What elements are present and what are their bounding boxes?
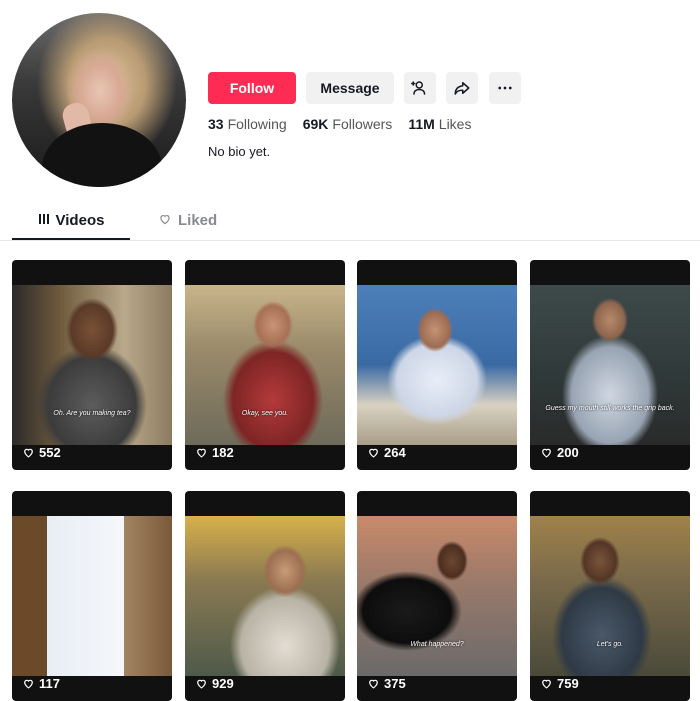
profile-bio: No bio yet.	[208, 144, 271, 159]
heart-outline-icon	[158, 212, 172, 229]
stat-followers[interactable]: 69K Followers	[303, 116, 393, 132]
video-card[interactable]: What happened? 375	[357, 491, 517, 701]
add-friend-button[interactable]	[404, 72, 436, 104]
heart-outline-icon	[24, 448, 33, 458]
heart-outline-icon	[369, 448, 378, 458]
heart-outline-icon	[24, 679, 33, 689]
tab-videos-label: Videos	[55, 211, 105, 229]
video-caption: Okay, see you.	[241, 410, 289, 417]
video-caption: What happened?	[410, 641, 464, 648]
video-thumbnail	[530, 516, 690, 676]
video-likes: 759	[540, 676, 579, 691]
message-button[interactable]: Message	[306, 72, 394, 104]
share-arrow-icon	[454, 82, 470, 95]
video-thumbnail	[12, 285, 172, 445]
video-thumbnail	[357, 516, 517, 676]
video-caption: Oh. Are you making tea?	[53, 410, 131, 417]
grid-lines-icon	[38, 213, 50, 228]
share-button[interactable]	[446, 72, 478, 104]
video-thumbnail	[12, 516, 172, 676]
stat-following[interactable]: 33 Following	[208, 116, 287, 132]
heart-outline-icon	[542, 448, 551, 458]
more-options-button[interactable]	[489, 72, 521, 104]
video-thumbnail	[530, 285, 690, 445]
video-likes: 200	[540, 445, 579, 460]
video-likes: 375	[367, 676, 406, 691]
heart-outline-icon	[542, 679, 551, 689]
heart-outline-icon	[197, 679, 206, 689]
video-likes: 117	[22, 676, 60, 691]
video-likes: 182	[195, 445, 234, 460]
tab-liked[interactable]: Liked	[158, 202, 217, 239]
stat-likes: 11M Likes	[408, 116, 472, 132]
profile-tabs: Videos Liked	[0, 202, 700, 241]
more-dots-icon	[498, 86, 512, 90]
video-likes: 929	[195, 676, 234, 691]
profile-avatar[interactable]	[12, 13, 186, 187]
video-card[interactable]: Oh. Are you making tea? 552	[12, 260, 172, 470]
video-thumbnail	[185, 516, 345, 676]
heart-outline-icon	[369, 679, 378, 689]
video-caption: Guess my mouth still works the grip back…	[545, 405, 675, 412]
video-likes: 264	[367, 445, 406, 460]
video-card[interactable]: 264	[357, 260, 517, 470]
video-card[interactable]: Okay, see you. 182	[185, 260, 345, 470]
video-thumbnail	[357, 285, 517, 445]
video-caption: Let's go.	[596, 641, 624, 648]
follow-button[interactable]: Follow	[208, 72, 296, 104]
heart-outline-icon	[197, 448, 206, 458]
profile-stats: 33 Following 69K Followers 11M Likes	[208, 116, 471, 132]
add-person-icon	[411, 81, 426, 95]
video-thumbnail	[185, 285, 345, 445]
video-card[interactable]: Let's go. 759	[530, 491, 690, 701]
video-card[interactable]: 929	[185, 491, 345, 701]
video-likes: 552	[22, 445, 61, 460]
tab-liked-label: Liked	[178, 212, 218, 229]
video-card[interactable]: Guess my mouth still works the grip back…	[530, 260, 690, 470]
avatar-body-shape	[42, 123, 162, 187]
tab-videos[interactable]: Videos	[12, 202, 130, 240]
video-card[interactable]: 117	[12, 491, 172, 701]
